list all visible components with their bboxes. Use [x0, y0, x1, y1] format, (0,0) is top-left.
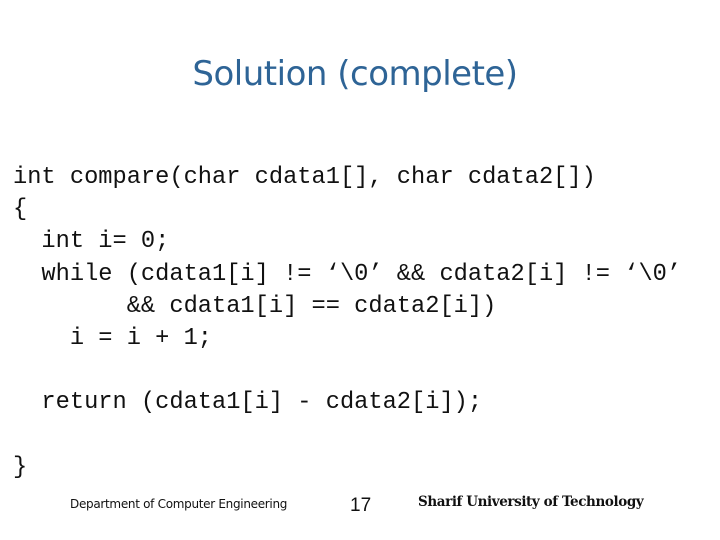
- code-line: while (cdata1[i] != ‘\0’ && cdata2[i] !=…: [13, 260, 682, 288]
- code-line: int i= 0;: [13, 228, 170, 256]
- slide: Solution (complete) int compare(char cda…: [0, 0, 720, 540]
- slide-title: Solution (complete): [192, 54, 518, 94]
- code-line: && cdata1[i] == cdata2[i]): [13, 292, 497, 320]
- code-line: }: [13, 453, 28, 481]
- code-block: int compare(char cdata1[], char cdata2[]…: [13, 162, 681, 484]
- code-line: int compare(char cdata1[], char cdata2[]…: [13, 164, 596, 191]
- footer-page-number: 17: [350, 495, 372, 516]
- code-line: return (cdata1[i] - cdata2[i]);: [13, 389, 483, 417]
- footer-university: Sharif University of Technology: [418, 494, 644, 510]
- code-line: {: [13, 196, 28, 224]
- footer-department: Department of Computer Engineering: [70, 497, 288, 511]
- code-line: i = i + 1;: [13, 324, 213, 352]
